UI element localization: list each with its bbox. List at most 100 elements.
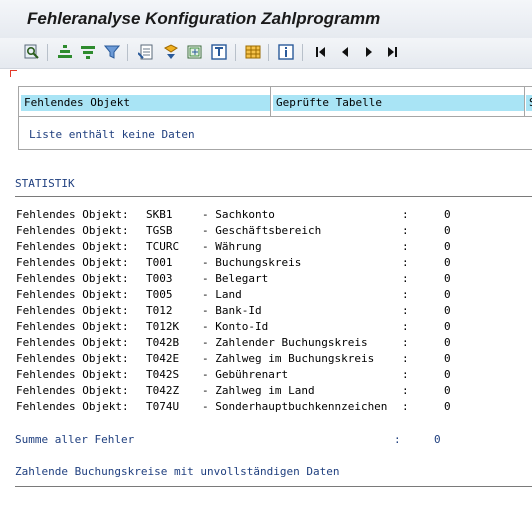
row-label: Fehlendes Objekt:	[16, 352, 129, 365]
object-code: TGSB	[146, 224, 173, 237]
info-icon[interactable]	[278, 44, 294, 60]
object-code: TCURC	[146, 240, 180, 253]
error-count: 0	[444, 384, 451, 397]
object-code: T001	[146, 256, 173, 269]
row-separator: :	[402, 336, 409, 349]
column-header-gepruefte-tabelle[interactable]: Geprüfte Tabelle	[273, 95, 524, 111]
statistik-row: Fehlendes Objekt: SKB1 - Sachkonto: 0	[16, 207, 454, 223]
statistik-row: Fehlendes Objekt: TGSB - Geschäftsbereich:…	[16, 223, 454, 239]
object-description: - Land	[202, 288, 242, 301]
error-count: 0	[444, 288, 451, 301]
row-label: Fehlendes Objekt:	[16, 208, 129, 221]
object-description: - Bank-Id	[202, 304, 262, 317]
toolbar-separator	[235, 44, 236, 61]
error-count: 0	[444, 320, 451, 333]
object-description: - Buchungskreis	[202, 256, 302, 269]
row-separator: :	[402, 208, 409, 221]
section-divider	[15, 196, 532, 197]
row-label: Fehlendes Objekt:	[16, 400, 129, 413]
error-count: 0	[444, 208, 451, 221]
statistik-row: Fehlendes Objekt: T012K - Konto-Id: 0	[16, 319, 454, 335]
column-separator	[270, 87, 271, 116]
filter-icon[interactable]	[80, 44, 96, 60]
row-separator: :	[402, 240, 409, 253]
object-description: - Sonderhauptbuchkennzeichen	[202, 400, 388, 413]
object-description: - Zahlender Buchungskreis	[202, 336, 368, 349]
toolbar-separator	[47, 44, 48, 61]
object-code: T042Z	[146, 384, 180, 397]
statistik-row: Fehlendes Objekt: T074U - Sonderhauptbuchk…	[16, 399, 454, 415]
error-count: 0	[444, 256, 451, 269]
row-separator: :	[402, 256, 409, 269]
print-icon[interactable]	[211, 44, 227, 60]
statistik-row: Fehlendes Objekt: T042Z - Zahlweg im Land:…	[16, 383, 454, 399]
object-code: T012	[146, 304, 173, 317]
row-separator: :	[402, 384, 409, 397]
statistik-row: Fehlendes Objekt: T042B - Zahlender Buchun…	[16, 335, 454, 351]
row-label: Fehlendes Objekt:	[16, 288, 129, 301]
row-separator: :	[402, 320, 409, 333]
statistik-row: Fehlendes Objekt: T042E - Zahlweg im Buchu…	[16, 351, 454, 367]
error-count: 0	[444, 400, 451, 413]
error-count: 0	[444, 336, 451, 349]
row-label: Fehlendes Objekt:	[16, 272, 129, 285]
error-count: 0	[444, 368, 451, 381]
statistik-row: Fehlendes Objekt: T005 - Land: 0	[16, 287, 454, 303]
row-label: Fehlendes Objekt:	[16, 320, 129, 333]
object-code: SKB1	[146, 208, 173, 221]
row-label: Fehlendes Objekt:	[16, 384, 129, 397]
object-code: T042E	[146, 352, 180, 365]
toolbar-separator	[268, 44, 269, 61]
object-description: - Konto-Id	[202, 320, 269, 333]
summary-value: 0	[434, 433, 441, 446]
object-description: - Geschäftsbereich	[202, 224, 322, 237]
object-description: - Belegart	[202, 272, 269, 285]
statistik-row: Fehlendes Objekt: T001 - Buchungskreis: 0	[16, 255, 454, 271]
statistik-row: Fehlendes Objekt: T012 - Bank-Id: 0	[16, 303, 454, 319]
previous-page-icon[interactable]	[337, 44, 353, 60]
find-icon[interactable]	[24, 44, 40, 60]
object-code: T012K	[146, 320, 180, 333]
summary-separator: :	[394, 433, 401, 446]
row-separator: :	[402, 368, 409, 381]
toolbar-separator	[302, 44, 303, 61]
spreadsheet-icon[interactable]	[187, 44, 203, 60]
object-description: - Zahlweg im Buchungskreis	[202, 352, 375, 365]
section-divider	[15, 486, 532, 487]
object-description: - Sachkonto	[202, 208, 275, 221]
alv-grid[interactable]: Fehlendes Objekt Geprüfte Tabelle S List…	[18, 86, 532, 150]
align-center-icon[interactable]	[57, 44, 73, 60]
statistik-row: Fehlendes Objekt: TCURC - Währung: 0	[16, 239, 454, 255]
toolbar-separator	[127, 44, 128, 61]
header-divider	[19, 116, 532, 117]
object-description: - Zahlweg im Land	[202, 384, 315, 397]
column-header-fehlendes-objekt[interactable]: Fehlendes Objekt	[21, 95, 270, 111]
row-label: Fehlendes Objekt:	[16, 304, 129, 317]
title-bar: Fehleranalyse Konfiguration Zahlprogramm	[0, 0, 532, 38]
error-count: 0	[444, 352, 451, 365]
row-separator: :	[402, 224, 409, 237]
column-header-s[interactable]: S	[526, 95, 532, 111]
cursor-corner-marker	[10, 70, 17, 77]
object-code: T074U	[146, 400, 180, 413]
layout-grid-icon[interactable]	[245, 44, 261, 60]
statistik-heading: STATISTIK	[15, 177, 75, 190]
error-count: 0	[444, 272, 451, 285]
first-page-icon[interactable]	[313, 44, 329, 60]
object-code: T005	[146, 288, 173, 301]
export-icon[interactable]	[138, 44, 154, 60]
row-label: Fehlendes Objekt:	[16, 368, 129, 381]
filter-edit-icon[interactable]	[104, 44, 120, 60]
sort-icon[interactable]	[163, 44, 179, 60]
object-code: T003	[146, 272, 173, 285]
object-description: - Währung	[202, 240, 262, 253]
next-page-icon[interactable]	[361, 44, 377, 60]
last-page-icon[interactable]	[384, 44, 400, 60]
row-separator: :	[402, 352, 409, 365]
empty-list-message: Liste enthält keine Daten	[29, 128, 195, 141]
object-code: T042S	[146, 368, 180, 381]
row-label: Fehlendes Objekt:	[16, 240, 129, 253]
footer-link[interactable]: Zahlende Buchungskreise mit unvollständi…	[15, 465, 340, 478]
row-label: Fehlendes Objekt:	[16, 256, 129, 269]
error-count: 0	[444, 304, 451, 317]
